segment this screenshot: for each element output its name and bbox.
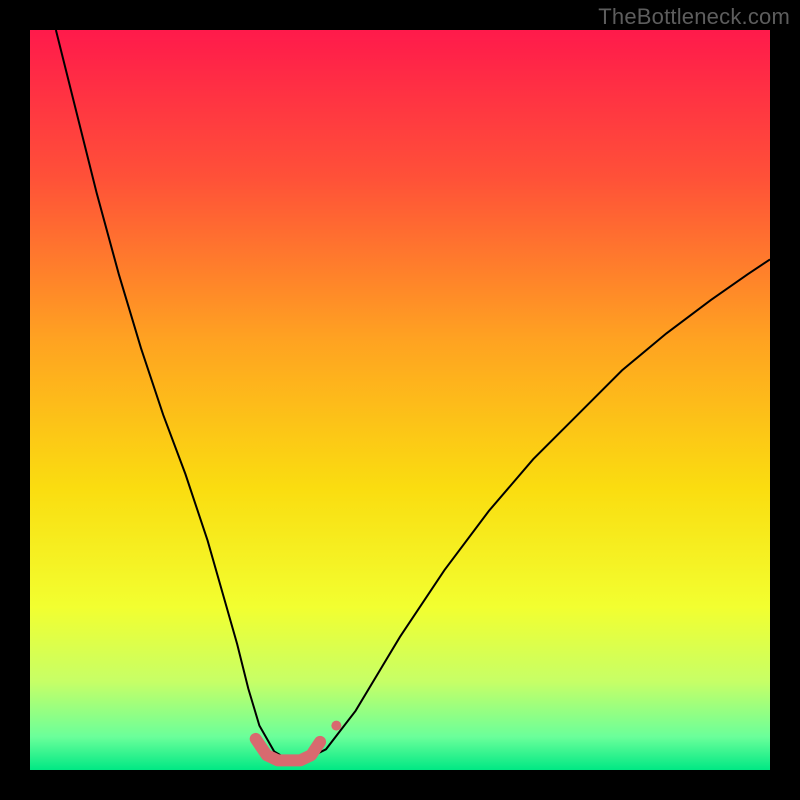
watermark-text: TheBottleneck.com — [598, 4, 790, 30]
chart-frame: TheBottleneck.com — [0, 0, 800, 800]
marker-layer — [331, 721, 341, 731]
highlight-dot — [331, 721, 341, 731]
bottleneck-chart — [30, 30, 770, 770]
gradient-background — [30, 30, 770, 770]
plot-area — [30, 30, 770, 770]
